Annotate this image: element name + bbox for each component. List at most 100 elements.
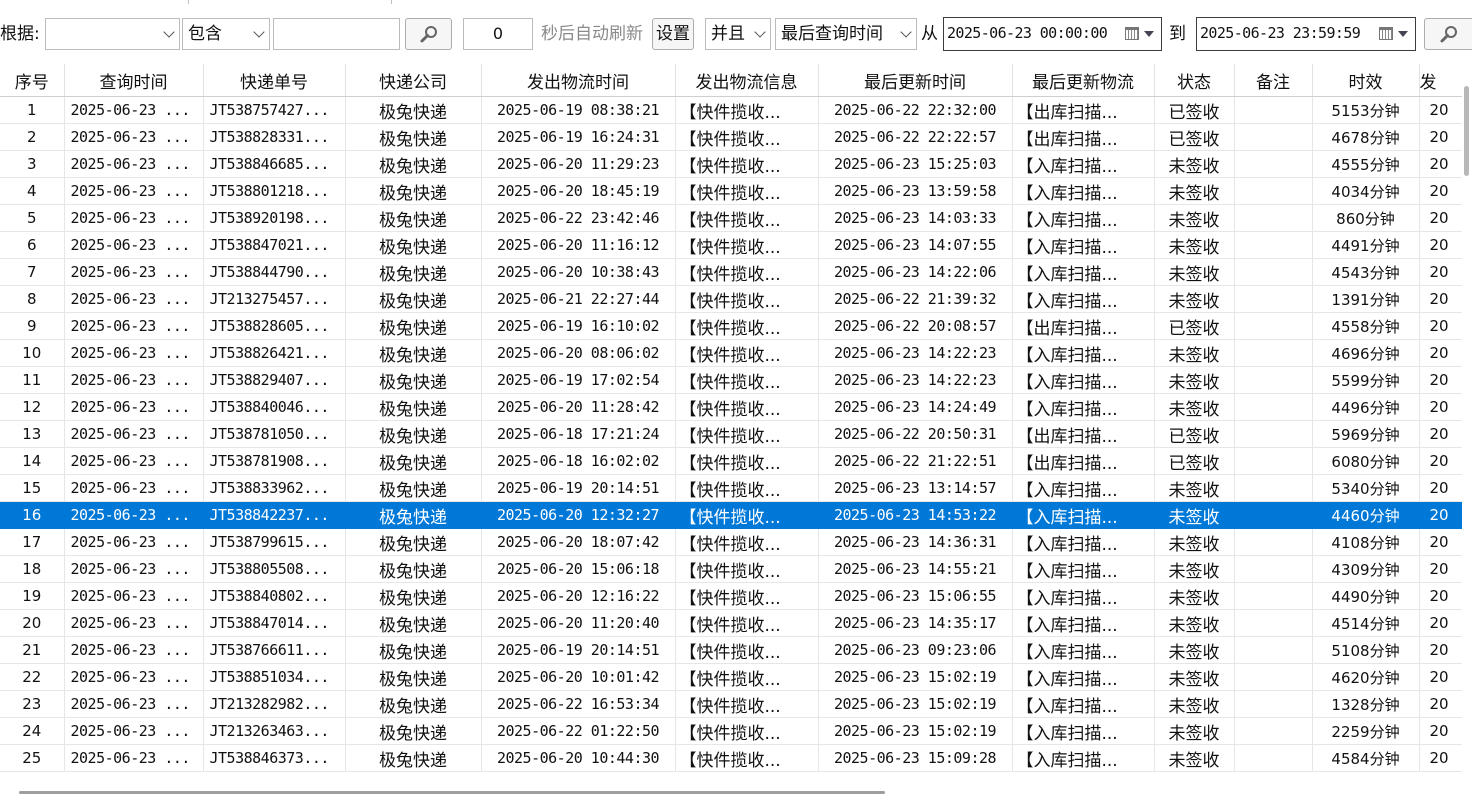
table-row[interactable]: 8 2025-06-23 ... JT213275457... 极兔快递 2025-06… bbox=[0, 285, 1462, 313]
cell-update-info: 【入库扫描... bbox=[1012, 690, 1155, 718]
cell-ship-time: 2025-06-18 17:21:24 bbox=[481, 420, 676, 448]
refresh-seconds-input[interactable]: 0 bbox=[463, 18, 533, 50]
cell-duration: 5153分钟 bbox=[1312, 96, 1420, 124]
table-row[interactable]: 18 2025-06-23 ... JT538805508... 极兔快递 2025-0… bbox=[0, 555, 1462, 583]
table-row[interactable]: 7 2025-06-23 ... JT538844790... 极兔快递 2025-06… bbox=[0, 258, 1462, 286]
table-row[interactable]: 11 2025-06-23 ... JT538829407... 极兔快递 2025-0… bbox=[0, 366, 1462, 394]
cell-extra: 20 bbox=[1419, 204, 1462, 232]
table-row[interactable]: 12 2025-06-23 ... JT538840046... 极兔快递 2025-0… bbox=[0, 393, 1462, 421]
cell-duration: 6080分钟 bbox=[1312, 447, 1420, 475]
cell-courier: 极兔快递 bbox=[345, 96, 482, 124]
cell-update-info: 【入库扫描... bbox=[1012, 663, 1155, 691]
cell-query-time: 2025-06-23 ... bbox=[64, 123, 204, 151]
cell-tracking-number: JT538799615... bbox=[203, 528, 346, 556]
operator-select[interactable]: 包含 bbox=[182, 18, 270, 50]
cell-update-time: 2025-06-23 15:02:19 bbox=[818, 717, 1013, 745]
cell-remark bbox=[1234, 366, 1313, 394]
table-row[interactable]: 25 2025-06-23 ... JT538846373... 极兔快递 2025-0… bbox=[0, 744, 1462, 772]
cell-ship-info: 【快件揽收... bbox=[675, 123, 819, 151]
table-row[interactable]: 17 2025-06-23 ... JT538799615... 极兔快递 2025-0… bbox=[0, 528, 1462, 556]
table-row[interactable]: 3 2025-06-23 ... JT538846685... 极兔快递 2025-06… bbox=[0, 150, 1462, 178]
table-row[interactable]: 2 2025-06-23 ... JT538828331... 极兔快递 2025-06… bbox=[0, 123, 1462, 151]
table-row[interactable]: 10 2025-06-23 ... JT538826421... 极兔快递 2025-0… bbox=[0, 339, 1462, 367]
cell-ship-time: 2025-06-20 10:01:42 bbox=[481, 663, 676, 691]
cell-query-time: 2025-06-23 ... bbox=[64, 393, 204, 421]
table-row[interactable]: 15 2025-06-23 ... JT538833962... 极兔快递 2025-0… bbox=[0, 474, 1462, 502]
cell-index: 21 bbox=[0, 636, 65, 664]
table-row[interactable]: 14 2025-06-23 ... JT538781908... 极兔快递 2025-0… bbox=[0, 447, 1462, 475]
table-row[interactable]: 6 2025-06-23 ... JT538847021... 极兔快递 2025-06… bbox=[0, 231, 1462, 259]
table-row[interactable]: 9 2025-06-23 ... JT538828605... 极兔快递 2025-06… bbox=[0, 312, 1462, 340]
dropdown-arrow-icon[interactable] bbox=[1144, 31, 1154, 37]
table-row[interactable]: 19 2025-06-23 ... JT538840802... 极兔快递 2025-0… bbox=[0, 582, 1462, 610]
cell-tracking-number: JT538833962... bbox=[203, 474, 346, 502]
divider bbox=[188, 0, 189, 4]
cell-courier: 极兔快递 bbox=[345, 366, 482, 394]
cell-extra: 20 bbox=[1419, 582, 1462, 610]
column-header-remark[interactable]: 备注 bbox=[1234, 64, 1313, 97]
cell-ship-info: 【快件揽收... bbox=[675, 717, 819, 745]
table-row[interactable]: 1 2025-06-23 ... JT538757427... 极兔快递 2025-06… bbox=[0, 96, 1462, 124]
cell-index: 12 bbox=[0, 393, 65, 421]
table-row[interactable]: 13 2025-06-23 ... JT538781050... 极兔快递 2025-0… bbox=[0, 420, 1462, 448]
table-row[interactable]: 16 2025-06-23 ... JT538842237... 极兔快递 2025-0… bbox=[0, 501, 1462, 529]
table-row[interactable]: 24 2025-06-23 ... JT213263463... 极兔快递 2025-0… bbox=[0, 717, 1462, 745]
cell-update-time: 2025-06-23 14:24:49 bbox=[818, 393, 1013, 421]
results-grid[interactable]: 序号 查询时间 快递单号 快递公司 发出物流时间 发出物流信息 最后更新时间 最后更新物流 状态… bbox=[0, 64, 1462, 774]
cell-index: 4 bbox=[0, 177, 65, 205]
cell-status: 未签收 bbox=[1154, 744, 1235, 772]
cell-tracking-number: JT538766611... bbox=[203, 636, 346, 664]
column-header-update-time[interactable]: 最后更新时间 bbox=[818, 64, 1013, 97]
cell-status: 未签收 bbox=[1154, 717, 1235, 745]
cell-index: 15 bbox=[0, 474, 65, 502]
table-row[interactable]: 22 2025-06-23 ... JT538851034... 极兔快递 2025-0… bbox=[0, 663, 1462, 691]
logic-select[interactable]: 并且 bbox=[705, 18, 771, 50]
table-row[interactable]: 21 2025-06-23 ... JT538766611... 极兔快递 2025-0… bbox=[0, 636, 1462, 664]
column-header-extra[interactable]: 发 bbox=[1419, 64, 1462, 97]
search-button[interactable] bbox=[405, 18, 452, 50]
keyword-input[interactable] bbox=[273, 18, 400, 50]
horizontal-scrollbar[interactable] bbox=[0, 784, 1462, 800]
cell-update-info: 【出库扫描... bbox=[1012, 123, 1155, 151]
settings-button[interactable]: 设置 bbox=[652, 18, 694, 50]
cell-index: 5 bbox=[0, 204, 65, 232]
cell-index: 7 bbox=[0, 258, 65, 286]
column-header-index[interactable]: 序号 bbox=[0, 64, 65, 97]
search-icon bbox=[420, 26, 437, 43]
cell-update-info: 【入库扫描... bbox=[1012, 339, 1155, 367]
horizontal-scrollbar-thumb[interactable] bbox=[19, 791, 885, 794]
table-row[interactable]: 23 2025-06-23 ... JT213282982... 极兔快递 2025-0… bbox=[0, 690, 1462, 718]
vertical-scrollbar-thumb[interactable] bbox=[1464, 86, 1469, 176]
cell-query-time: 2025-06-23 ... bbox=[64, 312, 204, 340]
column-header-tracking-number[interactable]: 快递单号 bbox=[203, 64, 346, 97]
column-header-query-time[interactable]: 查询时间 bbox=[64, 64, 204, 97]
time-field-select[interactable]: 最后查询时间 bbox=[775, 18, 917, 50]
cell-extra: 20 bbox=[1419, 420, 1462, 448]
column-header-duration[interactable]: 时效 bbox=[1312, 64, 1420, 97]
column-header-ship-time[interactable]: 发出物流时间 bbox=[481, 64, 676, 97]
table-row[interactable]: 4 2025-06-23 ... JT538801218... 极兔快递 2025-06… bbox=[0, 177, 1462, 205]
query-button[interactable] bbox=[1424, 18, 1472, 50]
column-header-update-info[interactable]: 最后更新物流 bbox=[1012, 64, 1155, 97]
column-header-status[interactable]: 状态 bbox=[1154, 64, 1235, 97]
to-datetime-picker[interactable]: 2025-06-23 23:59:59 bbox=[1196, 17, 1416, 51]
dropdown-arrow-icon[interactable] bbox=[1398, 31, 1408, 37]
cell-tracking-number: JT538828605... bbox=[203, 312, 346, 340]
cell-tracking-number: JT538826421... bbox=[203, 339, 346, 367]
vertical-scrollbar[interactable] bbox=[1462, 64, 1472, 774]
cell-extra: 20 bbox=[1419, 447, 1462, 475]
from-datetime-picker[interactable]: 2025-06-23 00:00:00 bbox=[943, 17, 1162, 51]
table-row[interactable]: 5 2025-06-23 ... JT538920198... 极兔快递 2025-06… bbox=[0, 204, 1462, 232]
calendar-icon[interactable] bbox=[1125, 27, 1139, 40]
cell-duration: 4620分钟 bbox=[1312, 663, 1420, 691]
column-header-ship-info[interactable]: 发出物流信息 bbox=[675, 64, 819, 97]
calendar-icon[interactable] bbox=[1379, 27, 1393, 40]
column-header-courier[interactable]: 快递公司 bbox=[345, 64, 482, 97]
cell-update-info: 【入库扫描... bbox=[1012, 150, 1155, 178]
table-row[interactable]: 20 2025-06-23 ... JT538847014... 极兔快递 2025-0… bbox=[0, 609, 1462, 637]
cell-update-time: 2025-06-23 15:02:19 bbox=[818, 690, 1013, 718]
basis-field-select[interactable] bbox=[45, 18, 180, 50]
cell-update-time: 2025-06-22 21:22:51 bbox=[818, 447, 1013, 475]
operator-value: 包含 bbox=[188, 24, 222, 44]
cell-remark bbox=[1234, 609, 1313, 637]
